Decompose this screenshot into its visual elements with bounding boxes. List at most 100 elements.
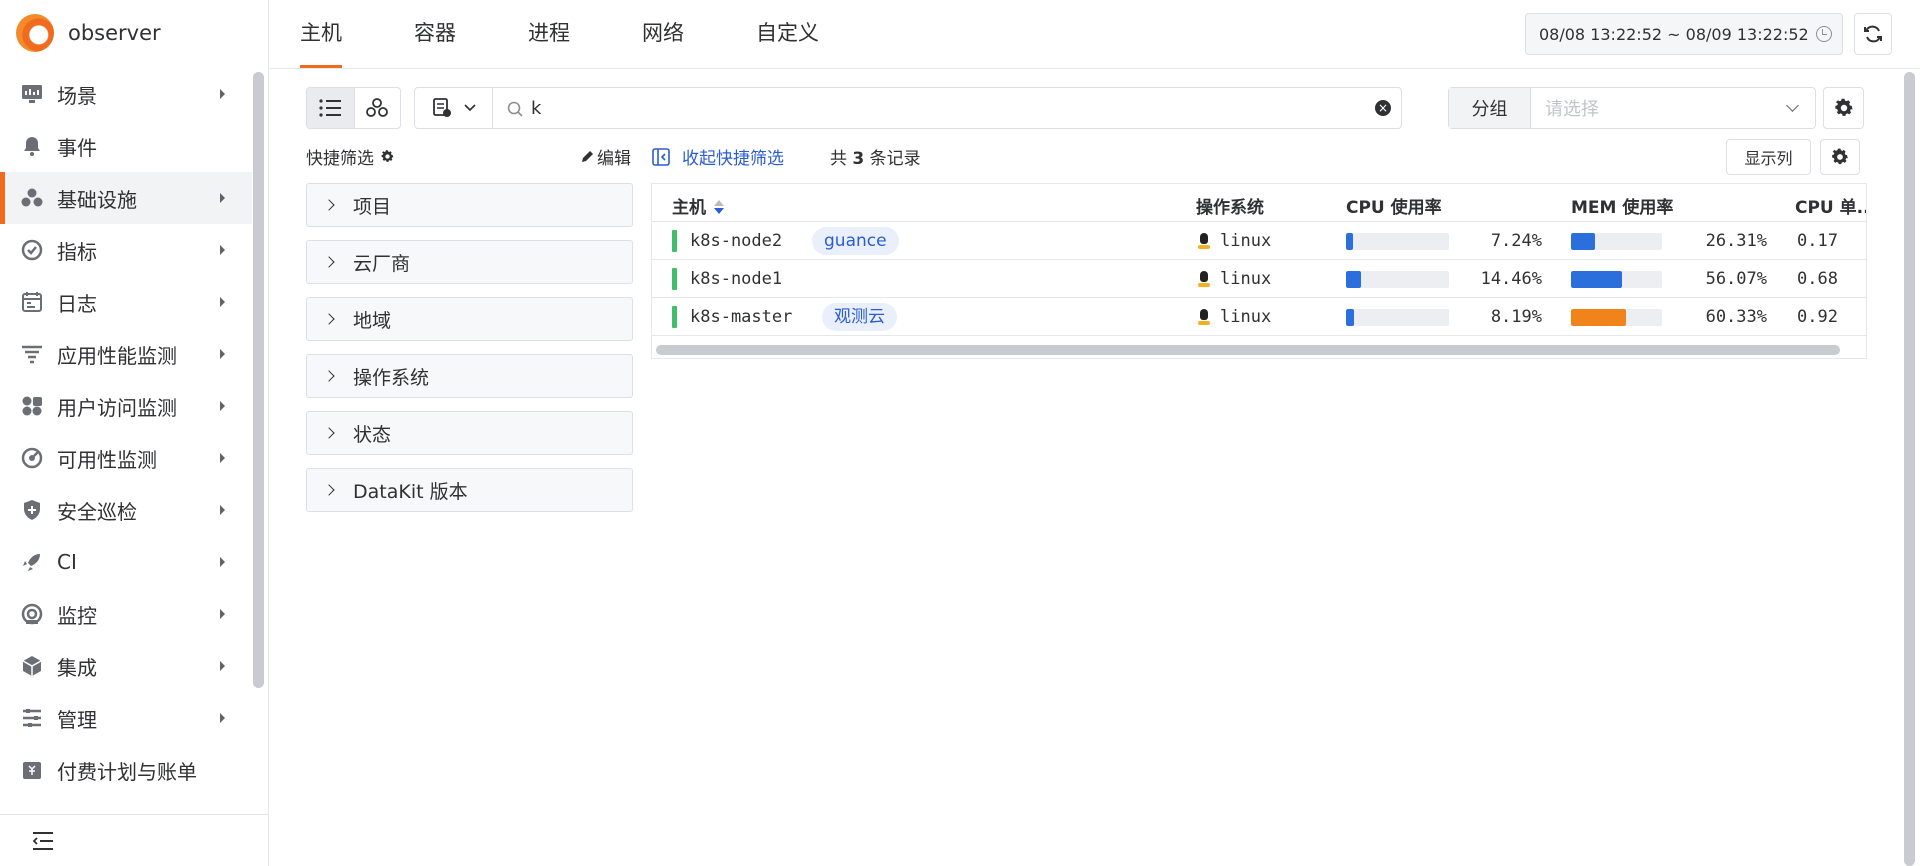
os-name: linux — [1220, 307, 1272, 327]
sliders-icon — [20, 706, 44, 730]
sidebar-item-label: 事件 — [57, 135, 97, 160]
tab-host[interactable]: 主机 — [300, 0, 342, 68]
host-name[interactable]: k8s-node2 — [690, 231, 782, 251]
hexagon-view-button[interactable] — [353, 88, 401, 128]
sidebar-item-1[interactable]: 事件 — [0, 120, 252, 172]
tab-custom[interactable]: 自定义 — [756, 0, 819, 68]
sidebar-item-14[interactable]: 快捷入口 — [0, 796, 252, 814]
group-by-select[interactable]: 分组 请选择 — [1448, 87, 1816, 129]
sort-icon[interactable] — [714, 199, 724, 215]
table-settings-button[interactable] — [1820, 139, 1860, 175]
status-indicator — [672, 268, 677, 290]
cpu-usage-bar — [1346, 233, 1449, 250]
sidebar-item-10[interactable]: 监控 — [0, 588, 252, 640]
dial-icon — [20, 446, 44, 470]
sidebar-item-label: 用户访问监测 — [57, 395, 177, 420]
sidebar-item-label: 可用性监测 — [57, 447, 157, 472]
sidebar-item-11[interactable]: 集成 — [0, 640, 252, 692]
tab-container[interactable]: 容器 — [414, 0, 456, 68]
filter-group[interactable]: 云厂商 — [306, 240, 633, 284]
sidebar-item-0[interactable]: 场景 — [0, 68, 252, 120]
sidebar-item-7[interactable]: 可用性监测 — [0, 432, 252, 484]
brand[interactable]: observer — [16, 13, 161, 53]
collapse-sidebar-icon[interactable] — [32, 831, 54, 851]
cpu-usage-value: 14.46% — [1480, 269, 1542, 289]
metrics-icon — [20, 238, 44, 262]
linux-icon — [1198, 271, 1210, 287]
status-indicator — [672, 306, 677, 328]
sidebar-item-label: 快捷入口 — [57, 808, 137, 814]
gear-icon[interactable] — [380, 149, 395, 164]
sidebar-item-9[interactable]: CI — [0, 536, 252, 588]
gear-icon — [1832, 148, 1848, 165]
table-header: 主机 操作系统 CPU 使用率 MEM 使用率 CPU 单.. — [652, 184, 1866, 222]
host-tag[interactable]: guance — [812, 227, 899, 255]
chevron-right-icon — [323, 427, 335, 439]
sidebar-item-8[interactable]: 安全巡检 — [0, 484, 252, 536]
chevron-down-icon — [1786, 99, 1799, 112]
filter-group[interactable]: DataKit 版本 — [306, 468, 633, 512]
sidebar-scrollbar[interactable] — [253, 72, 264, 688]
filter-group[interactable]: 项目 — [306, 183, 633, 227]
cpu-single-value: 0.68 — [1797, 269, 1838, 289]
refresh-button[interactable] — [1854, 13, 1892, 55]
table-row[interactable]: k8s-node2 guance linux 7.24% 26.31% 0.17 — [652, 222, 1866, 260]
filter-group[interactable]: 操作系统 — [306, 354, 633, 398]
collapse-quick-filter-button[interactable]: 收起快捷筛选 — [652, 144, 784, 169]
os-name: linux — [1220, 269, 1272, 289]
column-cpu[interactable]: CPU 使用率 — [1346, 193, 1442, 218]
refresh-icon — [1864, 25, 1882, 43]
filter-group[interactable]: 状态 — [306, 411, 633, 455]
table-row[interactable]: k8s-master 观测云 linux 8.19% 60.33% 0.92 — [652, 298, 1866, 336]
settings-button[interactable] — [1823, 87, 1864, 129]
cpu-usage-bar — [1346, 271, 1449, 288]
host-name[interactable]: k8s-node1 — [690, 269, 782, 289]
host-name[interactable]: k8s-master — [690, 307, 792, 327]
host-tag[interactable]: 观测云 — [822, 303, 897, 331]
time-range-label: 08/08 13:22:52 ~ 08/09 13:22:52 — [1539, 24, 1809, 44]
sidebar-item-6[interactable]: 用户访问监测 — [0, 380, 252, 432]
edit-quick-filter-button[interactable]: 编辑 — [580, 144, 631, 169]
clear-search-icon[interactable]: × — [1375, 100, 1391, 116]
os-cell: linux — [1198, 269, 1271, 289]
shield-icon — [20, 498, 44, 522]
caret-right-icon — [220, 661, 225, 671]
column-host[interactable]: 主机 — [672, 193, 724, 218]
mem-usage-fill — [1571, 271, 1623, 288]
log-icon — [20, 290, 44, 314]
caret-right-icon — [220, 297, 225, 307]
list-icon — [319, 99, 342, 117]
tab-network[interactable]: 网络 — [642, 0, 684, 68]
sidebar-item-13[interactable]: 付费计划与账单 — [0, 744, 252, 796]
page-scrollbar[interactable] — [1904, 72, 1915, 866]
filter-group-label: 云厂商 — [353, 252, 411, 275]
sidebar-item-12[interactable]: 管理 — [0, 692, 252, 744]
caret-right-icon — [220, 401, 225, 411]
sidebar-item-3[interactable]: 指标 — [0, 224, 252, 276]
os-name: linux — [1220, 231, 1272, 251]
view-mode-toggle — [306, 87, 401, 129]
sidebar-footer — [0, 814, 268, 866]
mem-usage-value: 26.31% — [1705, 231, 1767, 251]
sidebar-item-2[interactable]: 基础设施 — [0, 172, 252, 224]
filter-group[interactable]: 地域 — [306, 297, 633, 341]
tab-process[interactable]: 进程 — [528, 0, 570, 68]
column-cpu-single[interactable]: CPU 单.. — [1795, 193, 1866, 218]
sidebar-item-4[interactable]: 日志 — [0, 276, 252, 328]
column-mem[interactable]: MEM 使用率 — [1571, 193, 1673, 218]
group-by-dropdown[interactable]: 请选择 — [1531, 88, 1815, 128]
brand-logo-icon — [16, 14, 54, 52]
column-os[interactable]: 操作系统 — [1196, 193, 1264, 218]
sidebar-item-5[interactable]: 应用性能监测 — [0, 328, 252, 380]
table-row[interactable]: k8s-node1 linux 14.46% 56.07% 0.68 — [652, 260, 1866, 298]
search-input[interactable] — [531, 94, 1351, 122]
caret-right-icon — [220, 245, 225, 255]
horizontal-scrollbar[interactable] — [656, 345, 1840, 355]
monitor-icon — [20, 82, 44, 106]
display-columns-button[interactable]: 显示列 — [1726, 139, 1811, 175]
time-range-picker[interactable]: 08/08 13:22:52 ~ 08/09 13:22:52 — [1525, 13, 1843, 55]
sidebar-item-label: 日志 — [57, 291, 97, 316]
cpu-usage-value: 8.19% — [1490, 307, 1542, 327]
search-field-selector[interactable] — [415, 88, 493, 128]
list-view-button[interactable] — [307, 88, 354, 128]
